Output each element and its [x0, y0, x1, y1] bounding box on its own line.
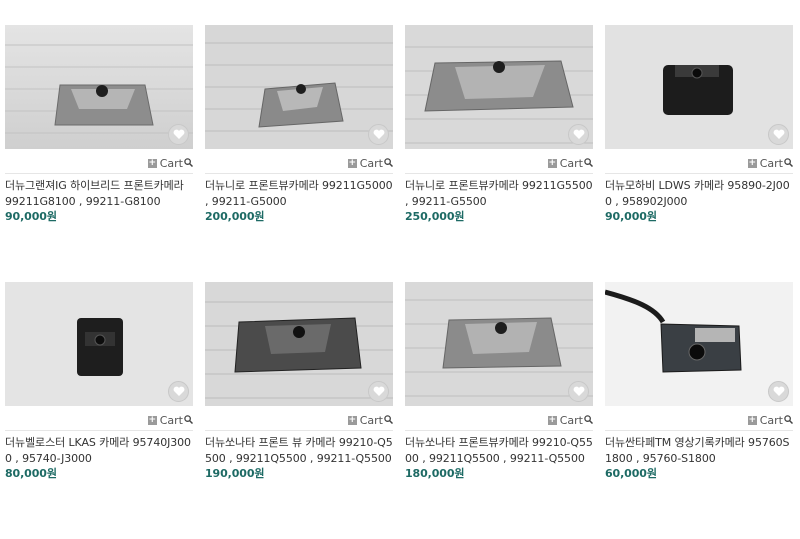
magnifier-icon: [784, 157, 794, 170]
product-title[interactable]: 더뉴쏘나타 프론트뷰카메라 99210-Q5500 , 99211Q5500 ,…: [405, 435, 593, 466]
product-image[interactable]: [205, 282, 393, 406]
magnifier-icon: [384, 414, 394, 427]
favorite-heart-icon[interactable]: [168, 124, 189, 145]
product-image[interactable]: [605, 282, 793, 406]
favorite-heart-icon[interactable]: [168, 381, 189, 402]
magnifier-icon: [184, 414, 194, 427]
add-to-cart-button[interactable]: + Cart: [547, 156, 594, 170]
favorite-heart-icon[interactable]: [568, 381, 589, 402]
divider: [5, 430, 193, 431]
add-to-cart-button[interactable]: + Cart: [547, 413, 594, 427]
divider: [405, 173, 593, 174]
product-card[interactable]: + Cart 더뉴쏘나타 프론트뷰카메라 99210-Q5500 , 99211Q…: [405, 282, 594, 512]
favorite-heart-icon[interactable]: [368, 381, 389, 402]
product-photo: [405, 25, 593, 149]
cart-label: Cart: [159, 413, 183, 427]
product-card[interactable]: + Cart 더뉴모하비 LDWS 카메라 95890-2J000 , 95890…: [605, 25, 794, 235]
product-card[interactable]: + Cart 더뉴니로 프론트뷰카메라 99211G5000 , 99211-G5…: [205, 25, 394, 235]
plus-icon: +: [147, 414, 157, 425]
plus-icon: +: [747, 157, 757, 168]
cart-label: Cart: [759, 413, 783, 427]
product-photo: [605, 282, 793, 406]
magnifier-icon: [584, 157, 594, 170]
plus-icon: +: [547, 157, 557, 168]
cart-label: Cart: [559, 413, 583, 427]
divider: [405, 430, 593, 431]
add-to-cart-button[interactable]: + Cart: [747, 156, 794, 170]
product-price: 60,000원: [605, 467, 657, 480]
product-image[interactable]: [5, 25, 193, 149]
product-image[interactable]: [405, 25, 593, 149]
cart-label: Cart: [359, 413, 383, 427]
product-photo: [605, 25, 793, 149]
favorite-heart-icon[interactable]: [768, 381, 789, 402]
product-title[interactable]: 더뉴벨로스터 LKAS 카메라 95740J3000 , 95740-J3000: [5, 435, 193, 466]
add-to-cart-button[interactable]: + Cart: [147, 156, 194, 170]
product-price: 180,000원: [405, 467, 465, 480]
plus-icon: +: [347, 157, 357, 168]
plus-icon: +: [347, 414, 357, 425]
product-photo: [205, 282, 393, 406]
divider: [605, 173, 793, 174]
product-grid: + Cart 더뉴그랜져IG 하이브리드 프론트카메라 99211G8100 , …: [0, 0, 800, 539]
divider: [5, 173, 193, 174]
magnifier-icon: [184, 157, 194, 170]
cart-label: Cart: [159, 156, 183, 170]
plus-icon: +: [747, 414, 757, 425]
product-price: 250,000원: [405, 210, 465, 223]
favorite-heart-icon[interactable]: [368, 124, 389, 145]
product-price: 90,000원: [5, 210, 57, 223]
product-image[interactable]: [405, 282, 593, 406]
add-to-cart-button[interactable]: + Cart: [347, 156, 394, 170]
product-title[interactable]: 더뉴니로 프론트뷰카메라 99211G5000 , 99211-G5000: [205, 178, 393, 209]
product-card[interactable]: + Cart 더뉴벨로스터 LKAS 카메라 95740J3000 , 95740…: [5, 282, 194, 512]
product-image[interactable]: [5, 282, 193, 406]
product-photo: [405, 282, 593, 406]
cart-label: Cart: [359, 156, 383, 170]
product-price: 200,000원: [205, 210, 265, 223]
plus-icon: +: [547, 414, 557, 425]
magnifier-icon: [384, 157, 394, 170]
product-image[interactable]: [205, 25, 393, 149]
product-title[interactable]: 더뉴그랜져IG 하이브리드 프론트카메라 99211G8100 , 99211-…: [5, 178, 193, 209]
product-photo: [5, 25, 193, 149]
product-title[interactable]: 더뉴모하비 LDWS 카메라 95890-2J000 , 958902J000: [605, 178, 793, 209]
product-title[interactable]: 더뉴쏘나타 프론트 뷰 카메라 99210-Q5500 , 99211Q5500…: [205, 435, 393, 466]
divider: [205, 173, 393, 174]
magnifier-icon: [784, 414, 794, 427]
add-to-cart-button[interactable]: + Cart: [347, 413, 394, 427]
divider: [205, 430, 393, 431]
product-price: 80,000원: [5, 467, 57, 480]
product-card[interactable]: + Cart 더뉴니로 프론트뷰카메라 99211G5500 , 99211-G5…: [405, 25, 594, 235]
cart-label: Cart: [559, 156, 583, 170]
product-image[interactable]: [605, 25, 793, 149]
plus-icon: +: [147, 157, 157, 168]
add-to-cart-button[interactable]: + Cart: [747, 413, 794, 427]
favorite-heart-icon[interactable]: [568, 124, 589, 145]
favorite-heart-icon[interactable]: [768, 124, 789, 145]
product-card[interactable]: + Cart 더뉴싼타페TM 영상기록카메라 95760S1800 , 95760…: [605, 282, 794, 512]
product-card[interactable]: + Cart 더뉴쏘나타 프론트 뷰 카메라 99210-Q5500 , 9921…: [205, 282, 394, 512]
product-photo: [5, 282, 193, 406]
divider: [605, 430, 793, 431]
add-to-cart-button[interactable]: + Cart: [147, 413, 194, 427]
product-price: 190,000원: [205, 467, 265, 480]
product-price: 90,000원: [605, 210, 657, 223]
cart-label: Cart: [759, 156, 783, 170]
product-title[interactable]: 더뉴싼타페TM 영상기록카메라 95760S1800 , 95760-S1800: [605, 435, 793, 466]
magnifier-icon: [584, 414, 594, 427]
product-photo: [205, 25, 393, 149]
product-title[interactable]: 더뉴니로 프론트뷰카메라 99211G5500 , 99211-G5500: [405, 178, 593, 209]
product-card[interactable]: + Cart 더뉴그랜져IG 하이브리드 프론트카메라 99211G8100 , …: [5, 25, 194, 235]
